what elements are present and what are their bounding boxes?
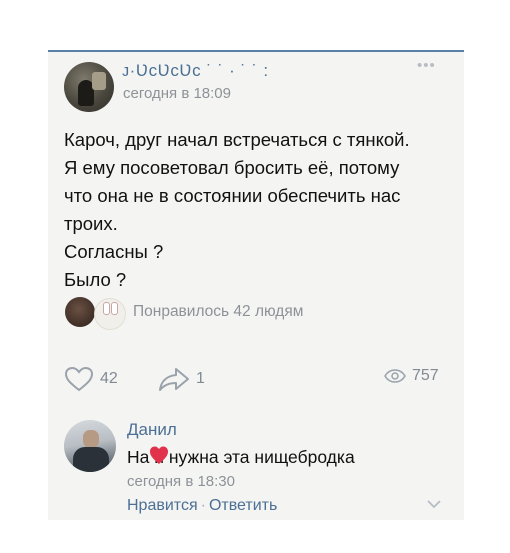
eye-icon <box>384 369 406 383</box>
views-counter: 757 <box>384 367 439 385</box>
top-divider <box>48 50 464 52</box>
commenter-avatar[interactable] <box>64 420 116 472</box>
post-text: Кароч, друг начал встречаться с тянкой. … <box>64 126 459 294</box>
post-line: Было ? <box>64 269 127 290</box>
separator: · <box>200 497 206 514</box>
liker-avatar[interactable] <box>94 298 126 330</box>
liked-by-text[interactable]: Понравилось 42 людям <box>133 303 303 321</box>
avatar-head <box>83 430 99 448</box>
comment-actions: Нравится · Ответить <box>127 497 277 515</box>
comment-text: На й нужна эта нищебродка <box>127 446 355 468</box>
chevron-down-icon[interactable] <box>427 500 441 509</box>
like-button[interactable]: 42 <box>64 366 118 392</box>
post-line: Кароч, друг начал встречаться с тянкой. <box>64 129 410 150</box>
comment-reply-link[interactable]: Ответить <box>209 497 277 514</box>
post-line: Согласны ? <box>64 241 164 262</box>
liker-avatar[interactable] <box>65 297 95 327</box>
views-count: 757 <box>412 367 439 384</box>
bunny-ear-icon <box>103 302 110 315</box>
ellipsis-icon[interactable]: ••• <box>417 57 436 74</box>
share-button[interactable]: 1 <box>158 366 205 392</box>
post-author[interactable]: ᴊ·ƲcƲcƲc ˙ ˙ · ˙ ˙ : <box>122 61 269 81</box>
post-line: что она не в состоянии обеспечить нас <box>64 185 401 206</box>
heart-icon <box>150 446 168 464</box>
likes-count: 42 <box>100 370 118 387</box>
avatar-body <box>73 447 109 472</box>
shares-count: 1 <box>196 370 205 387</box>
heart-outline-icon <box>64 366 94 392</box>
post-line: троих. <box>64 213 118 234</box>
author-avatar[interactable] <box>64 62 114 112</box>
avatar-figure <box>92 72 106 90</box>
comment-like-link[interactable]: Нравится <box>127 497 198 514</box>
post-timestamp[interactable]: сегодня в 18:09 <box>123 85 231 102</box>
comment-timestamp: сегодня в 18:30 <box>127 473 235 490</box>
post-line: Я ему посоветовал бросить её, потому <box>64 157 400 178</box>
comment-author[interactable]: Данил <box>127 420 177 440</box>
share-arrow-icon <box>159 368 189 391</box>
bunny-ear-icon <box>111 302 118 315</box>
